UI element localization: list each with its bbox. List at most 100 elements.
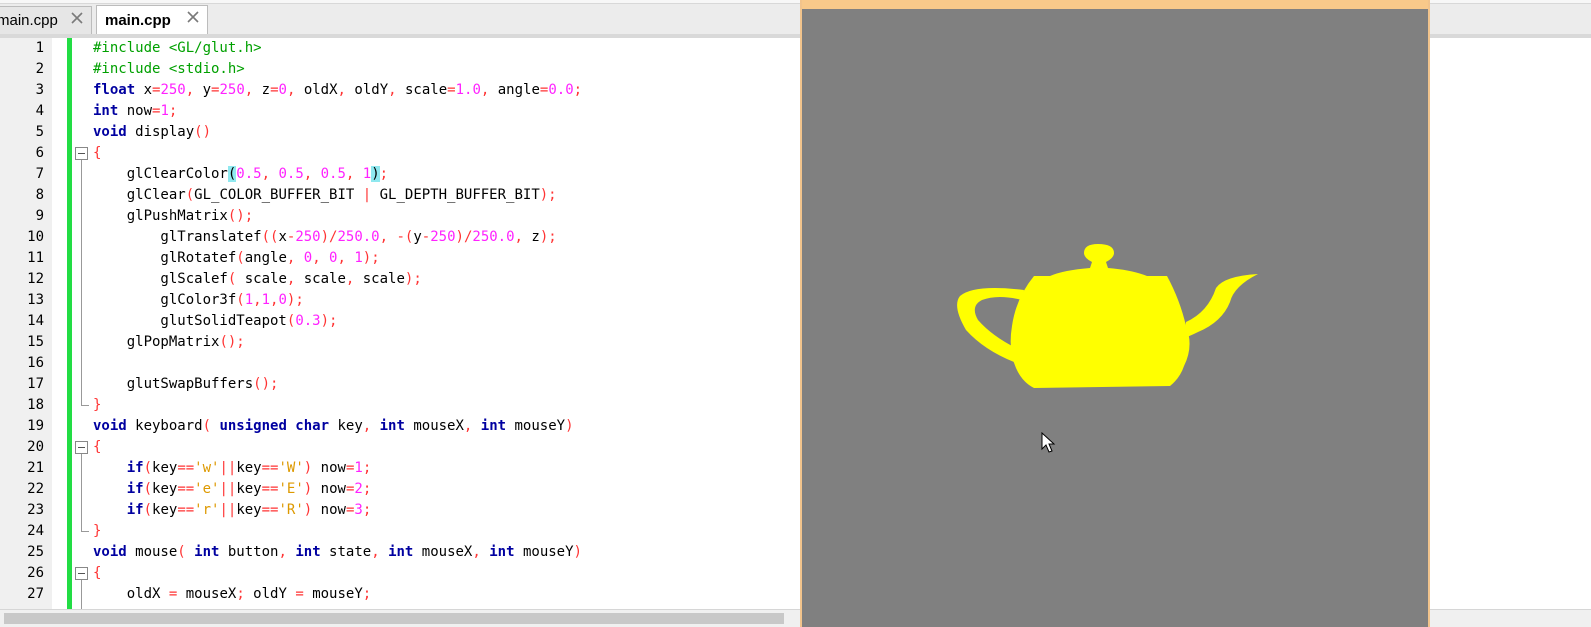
line-number: 9 <box>35 208 44 224</box>
code-token: 0 <box>295 250 313 266</box>
code-token: == <box>261 460 279 476</box>
code-token: , <box>244 82 254 98</box>
code-token: glColor3f <box>93 292 237 308</box>
code-token: glClear <box>93 187 186 203</box>
brace-match-highlight: ) <box>371 166 380 182</box>
code-line[interactable]: 24} <box>0 521 800 542</box>
line-number: 3 <box>35 82 44 98</box>
code-line[interactable]: 2 #include <stdio.h> <box>0 59 800 80</box>
code-token: 'W' <box>278 460 304 476</box>
code-token: ); <box>404 271 422 287</box>
code-token: (); <box>219 334 245 350</box>
code-line[interactable]: 1 #include <GL/glut.h> <box>0 38 800 59</box>
code-line[interactable]: 20 { <box>0 437 800 458</box>
code-token: float <box>93 82 136 98</box>
code-token: scale <box>236 271 287 287</box>
code-line[interactable]: 19 void keyboard( unsigned char key, int … <box>0 416 800 437</box>
code-line[interactable]: 6{ <box>0 143 800 164</box>
code-token: int <box>286 544 321 560</box>
fold-toggle-icon[interactable] <box>75 441 88 454</box>
fold-toggle-icon[interactable] <box>75 567 88 580</box>
code-line[interactable]: 15 glPopMatrix(); <box>0 332 800 353</box>
scrollbar-thumb[interactable] <box>4 613 784 624</box>
code-token: oldX <box>93 586 169 602</box>
code-token: ; <box>362 481 372 497</box>
code-token: GL_COLOR_BUFFER_BIT <box>194 187 363 203</box>
code-token: , <box>337 250 346 266</box>
code-line[interactable]: 11 glRotatef(angle, 0, 0, 1); <box>0 248 800 269</box>
code-line[interactable]: 18} <box>0 395 800 416</box>
code-token: } <box>93 397 102 413</box>
code-token: ; <box>362 502 372 518</box>
fold-guide-line <box>81 580 82 609</box>
code-token: 1 <box>354 460 363 476</box>
code-text: if(key=='w'||key=='W') now=1; <box>93 458 372 479</box>
code-line[interactable]: 10 glTranslatef((x-250)/250.0, -(y-250)/… <box>0 227 800 248</box>
code-line[interactable]: 22 if(key=='e'||key=='E') now=2; <box>0 479 800 500</box>
code-token: 250 <box>295 229 321 245</box>
code-token: ) <box>303 481 313 497</box>
code-token: mouseX <box>404 418 464 434</box>
opengl-window[interactable] <box>800 0 1430 627</box>
code-line[interactable]: 17 glutSwapBuffers(); <box>0 374 800 395</box>
fold-toggle-icon[interactable] <box>75 147 88 160</box>
code-editor[interactable]: 1 #include <GL/glut.h> 2 #include <stdio.h>… <box>0 38 800 609</box>
code-token: 250 <box>430 229 456 245</box>
code-token: } <box>93 523 102 539</box>
code-line[interactable]: 26 { <box>0 563 800 584</box>
tab-main-cpp-2[interactable]: main.cpp <box>96 5 208 35</box>
code-token: 'e' <box>194 481 220 497</box>
close-icon[interactable] <box>69 12 85 28</box>
code-line[interactable]: 4 int now=1; <box>0 101 800 122</box>
code-token: , <box>303 166 313 182</box>
code-token: 1 <box>261 292 271 308</box>
code-token: glPopMatrix <box>93 334 220 350</box>
code-line[interactable]: 7 glClearColor(0.5, 0.5, 0.5, 1); <box>0 164 800 185</box>
code-line[interactable]: 3 float x=250, y=250, z=0, oldX, oldY, sc… <box>0 80 800 101</box>
code-line[interactable]: 8 glClear(GL_COLOR_BUFFER_BIT | GL_DEPTH… <box>0 185 800 206</box>
code-line[interactable]: 21 if(key=='w'||key=='W') now=1; <box>0 458 800 479</box>
code-line[interactable]: 5 void display() <box>0 122 800 143</box>
code-text: glutSwapBuffers(); <box>93 374 279 395</box>
tab-main-cpp-1[interactable]: main.cpp <box>0 6 92 34</box>
code-text: void keyboard( unsigned char key, int mo… <box>93 416 574 437</box>
code-line[interactable]: 27 oldX = mouseX; oldY = mouseY; <box>0 584 800 605</box>
code-token: glScalef <box>93 271 228 287</box>
code-token: key <box>152 481 178 497</box>
code-token: (); <box>253 376 279 392</box>
code-token: key <box>236 460 262 476</box>
code-token: int <box>185 544 220 560</box>
close-icon[interactable] <box>185 11 201 27</box>
code-text: } <box>93 521 101 542</box>
code-line[interactable]: 9 glPushMatrix(); <box>0 206 800 227</box>
code-token: key <box>152 502 178 518</box>
code-token: scale <box>295 271 346 287</box>
code-text: void display() <box>93 122 211 143</box>
code-line[interactable]: 13 glColor3f(1,1,0); <box>0 290 800 311</box>
code-token: || <box>219 481 237 497</box>
code-text: if(key=='r'||key=='R') now=3; <box>93 500 372 521</box>
code-text: glRotatef(angle, 0, 0, 1); <box>93 248 379 269</box>
line-number: 14 <box>27 313 44 329</box>
code-token: ; <box>362 460 372 476</box>
code-token: glutSwapBuffers <box>93 376 254 392</box>
code-token: glRotatef <box>93 250 237 266</box>
code-token: 'r' <box>194 502 220 518</box>
code-token: = <box>295 586 304 602</box>
code-line[interactable]: 23 if(key=='r'||key=='R') now=3; <box>0 500 800 521</box>
code-line[interactable]: 14 glutSolidTeapot(0.3); <box>0 311 800 332</box>
code-line[interactable]: 16 <box>0 353 800 374</box>
code-token: 250.0 <box>337 229 380 245</box>
code-line[interactable]: 12 glScalef( scale, scale, scale); <box>0 269 800 290</box>
code-token: glTranslatef <box>93 229 262 245</box>
code-token: oldY <box>244 586 296 602</box>
code-token: 0.0 <box>548 82 574 98</box>
code-token: 1.0 <box>455 82 481 98</box>
code-token: ); <box>539 187 557 203</box>
line-number: 16 <box>27 355 44 371</box>
code-line[interactable]: 25 void mouse( int button, int state, int… <box>0 542 800 563</box>
line-number: 20 <box>27 439 44 455</box>
code-token: ( <box>236 250 245 266</box>
code-text: glPushMatrix(); <box>93 206 253 227</box>
code-token: 250 <box>160 82 186 98</box>
